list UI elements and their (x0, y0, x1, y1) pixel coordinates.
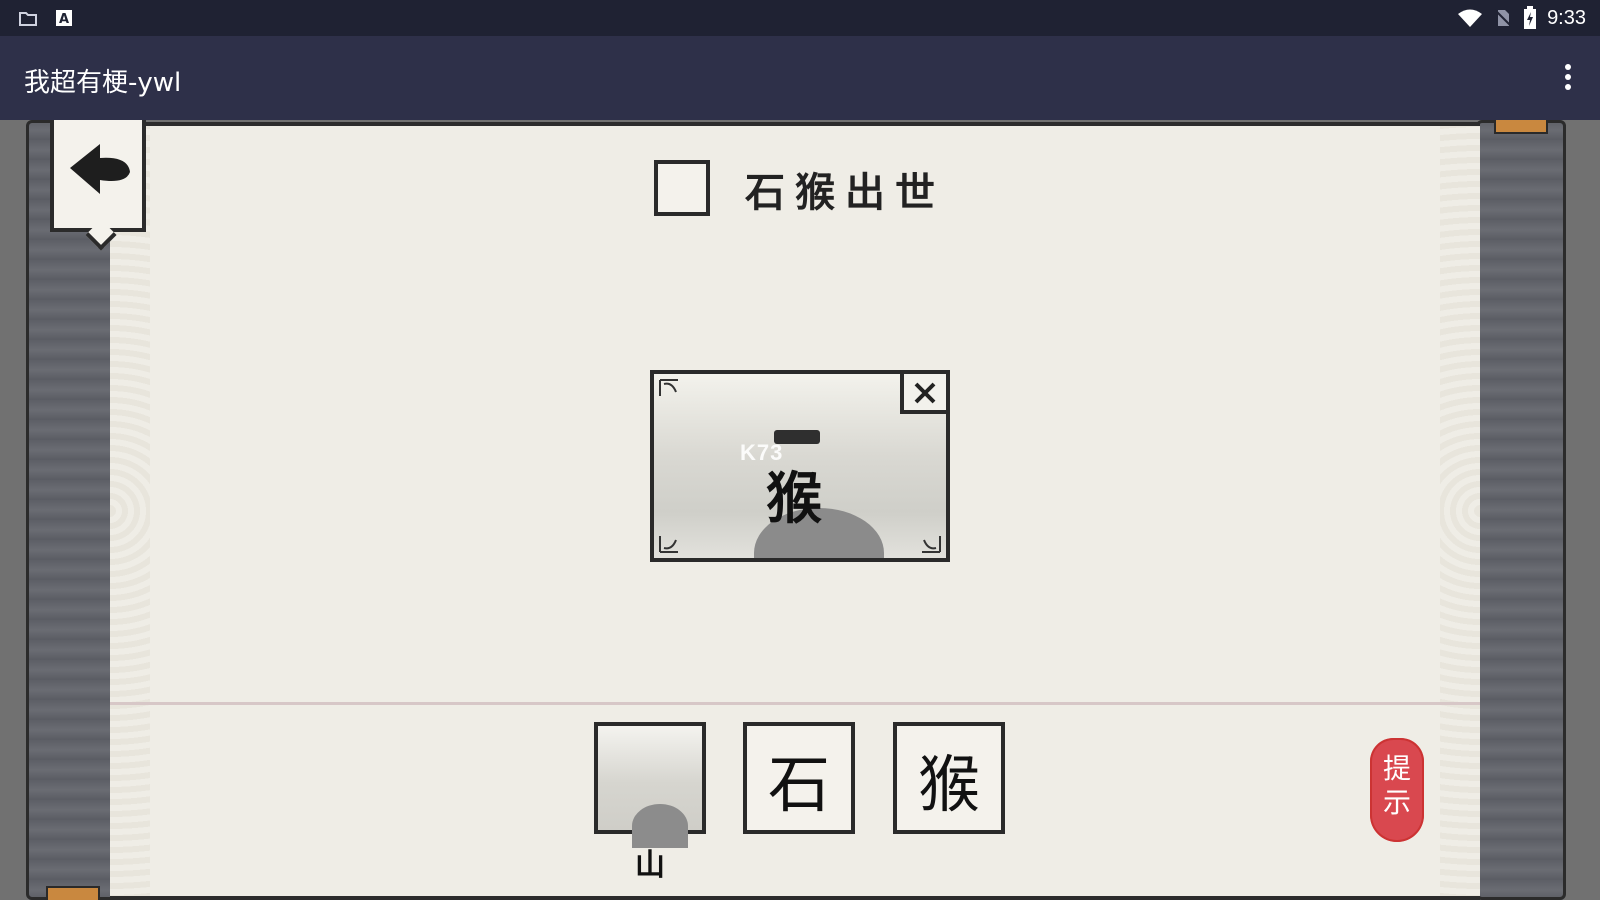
mountain-tile-image (598, 726, 702, 848)
tile-stone[interactable]: 石 (743, 722, 855, 834)
tile-character: 石 (767, 748, 830, 821)
hint-label-bottom: 示 (1382, 786, 1411, 819)
tile-mountain[interactable] (594, 722, 706, 848)
overflow-menu-button[interactable] (1562, 64, 1574, 94)
keyboard-a-icon: A (56, 10, 72, 27)
wifi-icon (1458, 9, 1483, 27)
back-button[interactable] (50, 120, 146, 232)
hint-label-top: 提 (1382, 752, 1411, 785)
close-icon (914, 382, 936, 404)
corner-ornament-icon (922, 536, 941, 553)
status-bar: A 9:33 (0, 0, 1600, 36)
more-vert-icon (1565, 64, 1571, 70)
no-sim-icon (1494, 9, 1512, 27)
corner-ornament-icon (659, 536, 678, 553)
roller-cap (46, 886, 100, 900)
level-checkbox (654, 160, 710, 216)
paper-pattern (1440, 126, 1480, 896)
folder-icon (19, 12, 37, 26)
tile-label: 山 (635, 848, 665, 883)
scroll-roller-right (1476, 120, 1566, 900)
app-title: 我超有梗-ywl (24, 68, 182, 98)
app-bar: 我超有梗-ywl (0, 36, 1600, 120)
battery-charging-icon (1524, 6, 1537, 29)
roller-cap (1494, 120, 1548, 134)
hint-button[interactable]: 提 示 (1370, 738, 1424, 842)
tile-character: 猴 (917, 748, 980, 821)
svg-text:A: A (59, 12, 69, 27)
card-character: 猴 (766, 466, 822, 532)
watermark: K73 (740, 440, 784, 465)
clock: 9:33 (1547, 6, 1586, 29)
close-card-button[interactable] (900, 374, 946, 414)
level-title: 石猴出世 (745, 169, 945, 216)
inventory-divider (110, 702, 1480, 705)
tile-monkey[interactable]: 猴 (893, 722, 1005, 834)
combined-card[interactable]: 猴 K73 (650, 370, 950, 562)
paper-pattern (110, 126, 150, 896)
back-arrow-icon (70, 144, 130, 194)
corner-ornament-icon (659, 379, 678, 396)
